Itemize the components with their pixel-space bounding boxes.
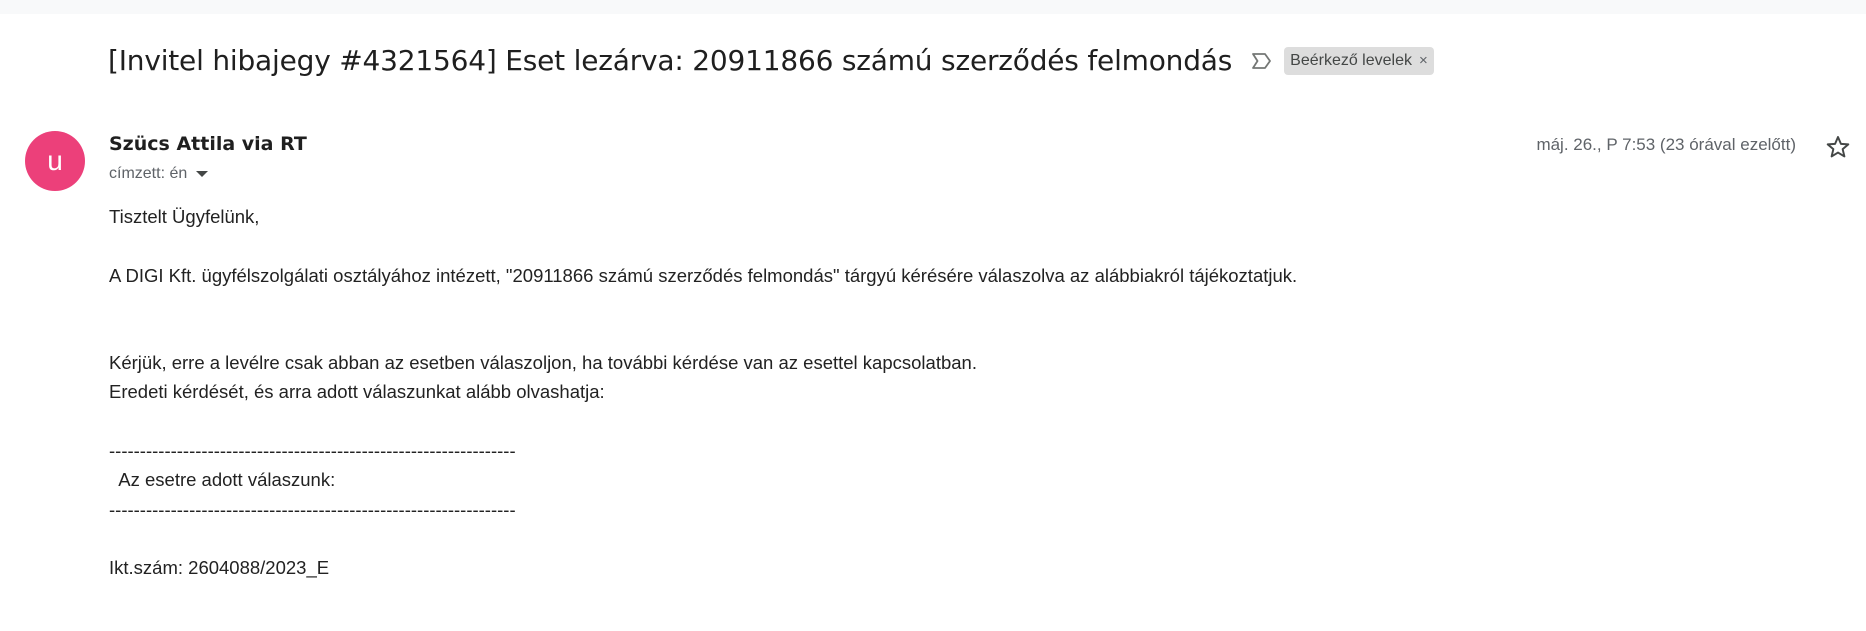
body-separator-bottom: ----------------------------------------… xyxy=(109,499,516,520)
recipient-label: címzett: én xyxy=(109,165,188,182)
body-line-intro: A DIGI Kft. ügyfélszolgálati osztályához… xyxy=(109,265,1298,286)
top-toolbar-strip xyxy=(0,0,1866,14)
body-answer-heading: Az esetre adott válaszunk: xyxy=(109,469,336,490)
subject-row: [Invitel hibajegy #4321564] Eset lezárva… xyxy=(108,44,1434,77)
email-subject: [Invitel hibajegy #4321564] Eset lezárva… xyxy=(108,44,1233,77)
sender-name[interactable]: Szücs Attila via RT xyxy=(109,133,307,155)
body-greeting: Tisztelt Ügyfelünk, xyxy=(109,206,260,227)
recipient-line: címzett: én xyxy=(109,165,209,183)
avatar[interactable]: u xyxy=(25,131,85,191)
body-line-original: Eredeti kérdését, és arra adott válaszun… xyxy=(109,381,605,402)
close-icon[interactable]: × xyxy=(1419,52,1428,69)
label-chip-text: Beérkező levelek xyxy=(1290,51,1412,69)
body-separator-top: ----------------------------------------… xyxy=(109,440,516,461)
label-importance-icon[interactable] xyxy=(1250,49,1274,73)
label-chip-inbox[interactable]: Beérkező levelek × xyxy=(1284,46,1434,75)
star-icon[interactable] xyxy=(1825,134,1851,160)
body-line-reply-note: Kérjük, erre a levélre csak abban az ese… xyxy=(109,352,977,373)
email-date: máj. 26., P 7:53 (23 órával ezelőtt) xyxy=(1536,135,1796,154)
chevron-down-icon[interactable] xyxy=(196,171,209,177)
body-reference-number: Ikt.szám: 2604088/2023_E xyxy=(109,557,330,578)
